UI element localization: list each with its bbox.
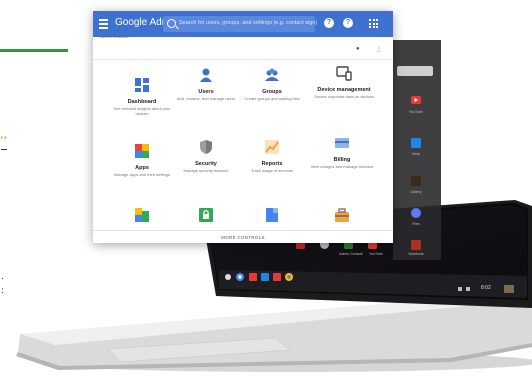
tile-title: Dashboard — [127, 99, 157, 105]
launcher-label: Files — [412, 222, 420, 226]
status-tray[interactable] — [458, 284, 518, 294]
tile-security[interactable]: Security Manage security features — [171, 139, 241, 173]
support-icon[interactable]: ? — [324, 18, 334, 28]
groups-icon — [264, 67, 280, 83]
tile-apps[interactable]: Apps Manage apps and their settings — [107, 143, 177, 177]
tile-desc: See relevant insights about your domain — [113, 106, 171, 116]
tile-title: Users — [198, 89, 214, 95]
tile-desc: Create groups and mailing lists — [244, 96, 300, 101]
apps-grid-icon[interactable] — [369, 19, 378, 28]
more-vert-icon[interactable]: ⋮ — [376, 46, 382, 53]
tile-desc: Manage apps and their settings — [114, 172, 170, 177]
launcher-label: Keep — [411, 152, 421, 156]
sub-toolbar: ● ⋮ — [93, 37, 393, 60]
users-icon — [198, 67, 214, 83]
tile-title: Device management — [317, 87, 371, 93]
search-icon — [167, 19, 176, 28]
breadcrumb: Admin console — [99, 34, 129, 39]
apps-icon — [134, 143, 150, 159]
chrome-shelf — [225, 273, 293, 281]
tile-billing[interactable]: Billing View charges and manage licenses — [307, 135, 377, 169]
reports-icon — [264, 139, 280, 155]
briefcase-icon — [334, 207, 350, 223]
tile-dashboard[interactable]: Dashboard See relevant insights about yo… — [107, 77, 177, 116]
app-launcher-panel: YouTube Keep Gallery Files Notebook — [393, 40, 441, 260]
tile-desc: Track usage of services — [250, 168, 294, 173]
launcher-label: YouTube — [409, 110, 423, 114]
tile-desc: Manage security features — [183, 168, 229, 173]
tile-groups[interactable]: Groups Create groups and mailing lists — [237, 67, 307, 101]
more-controls-button[interactable]: MORE CONTROLS — [93, 230, 393, 243]
app-header: Google Admin Search for users, groups, a… — [93, 11, 393, 37]
notifications-icon[interactable]: ● — [356, 46, 360, 52]
dashboard-icon — [134, 77, 150, 93]
admin-console-window: Google Admin Search for users, groups, a… — [93, 11, 393, 243]
tile-desc: View charges and manage licenses — [310, 164, 374, 169]
tile-device-management[interactable]: Device management Secure corporate data … — [309, 65, 379, 99]
device-icon — [336, 65, 352, 81]
tile-title: Billing — [333, 157, 351, 163]
security-icon — [198, 139, 214, 155]
tile-desc: Secure corporate data on devices — [314, 94, 374, 99]
tile-desc: Add, rename, and manage users — [176, 96, 236, 101]
tile-reports[interactable]: Reports Track usage of services — [237, 139, 307, 173]
hamburger-menu-icon[interactable] — [99, 19, 108, 29]
tile-row3-1[interactable] — [107, 207, 177, 223]
tile-row3-2[interactable] — [171, 207, 241, 223]
launcher-label: Notebook — [408, 252, 424, 256]
tile-title: Apps — [135, 165, 149, 171]
launcher-label: Gallery — [410, 190, 422, 194]
help-icon[interactable]: ? — [343, 18, 353, 28]
search-input[interactable]: Search for users, groups, and settings (… — [163, 16, 318, 32]
tile-users[interactable]: Users Add, rename, and manage users — [171, 67, 241, 101]
lock-icon — [198, 207, 214, 223]
document-icon — [264, 207, 280, 223]
tile-row3-3[interactable] — [237, 207, 307, 223]
tile-title: Groups — [262, 89, 282, 95]
migration-icon — [134, 207, 150, 223]
search-placeholder: Search for users, groups, and settings (… — [179, 20, 318, 26]
tile-row3-4[interactable] — [307, 207, 377, 223]
tile-title: Reports — [261, 161, 283, 167]
tile-title: Security — [195, 161, 217, 167]
desktop-app-label: YouTube — [369, 252, 383, 256]
billing-icon — [334, 135, 350, 151]
